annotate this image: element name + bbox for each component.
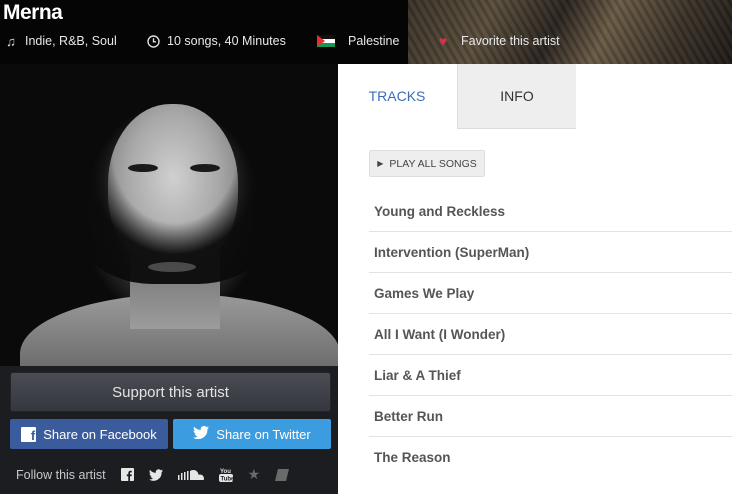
- palestine-flag-icon: [316, 33, 336, 49]
- artist-name: Merna: [3, 1, 63, 24]
- youtube-follow-icon[interactable]: You Tube: [218, 467, 233, 483]
- play-all-songs-button[interactable]: ▶ PLAY ALL SONGS: [369, 150, 485, 177]
- track-item[interactable]: The Reason: [369, 437, 732, 478]
- tab-bar: TRACKS INFO: [338, 64, 732, 129]
- track-item[interactable]: Intervention (SuperMan): [369, 232, 732, 273]
- duration-text: 10 songs, 40 Minutes: [167, 34, 286, 48]
- country-meta: Palestine: [316, 33, 399, 49]
- facebook-icon: f: [21, 426, 37, 442]
- track-item[interactable]: All I Want (I Wonder): [369, 314, 732, 355]
- blog-follow-icon[interactable]: [275, 468, 290, 481]
- share-twitter-button[interactable]: Share on Twitter: [173, 419, 331, 449]
- play-all-label: PLAY ALL SONGS: [389, 157, 477, 170]
- share-twitter-label: Share on Twitter: [216, 426, 311, 442]
- play-icon: ▶: [377, 159, 384, 168]
- svg-text:Tube: Tube: [220, 477, 233, 483]
- country-text: Palestine: [348, 34, 400, 48]
- tab-tracks[interactable]: TRACKS: [338, 64, 456, 128]
- follow-label: Follow this artist: [16, 467, 106, 482]
- share-facebook-label: Share on Facebook: [43, 426, 157, 442]
- soundcloud-follow-icon[interactable]: [177, 469, 204, 481]
- track-item[interactable]: Liar & A Thief: [369, 355, 732, 396]
- twitter-icon: [193, 425, 210, 442]
- track-list: Young and Reckless Intervention (SuperMa…: [369, 191, 732, 478]
- clock-icon: [145, 33, 161, 49]
- artist-header: Merna ♫ Indie, R&B, Soul 10 songs, 40 Mi…: [0, 0, 732, 64]
- genre-text: Indie, R&B, Soul: [25, 34, 117, 48]
- heart-icon: ♥: [438, 33, 448, 49]
- twitter-follow-icon[interactable]: [148, 468, 163, 481]
- follow-row: Follow this artist You Tube ★: [16, 466, 290, 483]
- facebook-follow-icon[interactable]: [120, 468, 134, 481]
- track-item[interactable]: Young and Reckless: [369, 191, 732, 232]
- support-artist-button[interactable]: Support this artist: [10, 372, 331, 412]
- tab-info[interactable]: INFO: [457, 64, 576, 129]
- artist-photo: [0, 64, 338, 366]
- tracks-panel: TRACKS INFO ▶ PLAY ALL SONGS Young and R…: [338, 64, 732, 494]
- genre-meta: ♫ Indie, R&B, Soul: [3, 33, 117, 49]
- header-background-image: [408, 0, 732, 64]
- share-facebook-button[interactable]: f Share on Facebook: [10, 419, 168, 449]
- track-item[interactable]: Better Run: [369, 396, 732, 437]
- duration-meta: 10 songs, 40 Minutes: [145, 33, 286, 49]
- track-item[interactable]: Games We Play: [369, 273, 732, 314]
- favorite-artist-link[interactable]: ♥ Favorite this artist: [435, 33, 560, 49]
- favorite-label: Favorite this artist: [461, 34, 560, 48]
- music-note-icon: ♫: [6, 33, 16, 49]
- star-follow-icon[interactable]: ★: [248, 466, 261, 483]
